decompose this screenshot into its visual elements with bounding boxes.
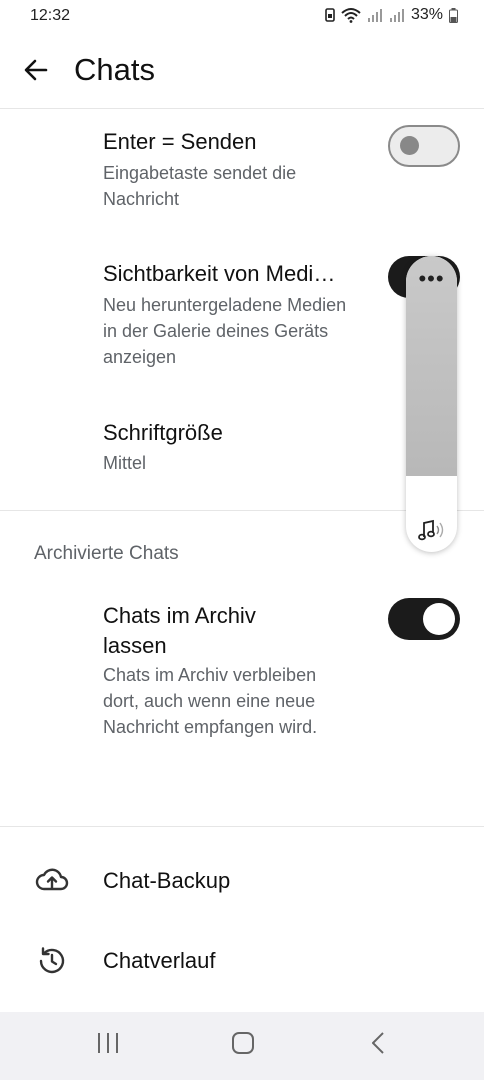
volume-panel[interactable]: ••• [406,256,457,552]
signal-icon-2 [389,9,404,22]
signal-icon [367,9,382,22]
divider [0,826,484,827]
cloud-upload-icon [34,862,70,898]
recent-apps-button[interactable] [95,1030,121,1061]
app-bar: Chats [0,34,484,108]
chat-backup-label: Chat-Backup [103,868,231,893]
back-chevron-icon [372,1032,384,1054]
more-options-icon[interactable]: ••• [406,268,457,290]
setting-title: Schriftgröße [103,420,223,445]
setting-title: Enter = Senden [103,129,257,154]
setting-title: Sichtbarkeit von Medi… [103,261,336,286]
history-icon [34,943,70,979]
page-title: Chats [74,52,155,87]
back-nav-button[interactable] [366,1030,392,1061]
status-icons: 33% [325,6,458,24]
music-note-icon[interactable] [418,518,446,547]
setting-description: Neu heruntergeladene Medien in der Galer… [103,295,347,367]
setting-description: Chats im Archiv verbleiben dort, auch we… [103,665,318,737]
recent-apps-icon [98,1033,118,1053]
divider [0,108,484,109]
status-bar: 12:32 33% [0,0,484,34]
battery-icon [449,7,458,23]
toggle-knob [400,136,419,155]
status-time: 12:32 [30,7,71,24]
chat-history-label: Chatverlauf [103,948,216,973]
section-header-archived: Archivierte Chats [34,543,179,564]
home-button[interactable] [230,1030,256,1061]
home-icon [232,1032,254,1054]
wifi-icon [341,8,361,23]
enter-send-toggle[interactable] [388,125,460,167]
sim-icon [325,8,335,22]
keep-archived-toggle[interactable] [388,598,460,640]
setting-description: Eingabetaste sendet die Nachricht [103,163,297,209]
back-button[interactable] [20,54,52,86]
toggle-knob [423,603,455,635]
navigation-bar [0,1012,484,1080]
battery-percent: 33% [410,6,443,23]
arrow-left-icon [24,59,48,81]
setting-title: Chats im Archiv lassen [103,603,256,658]
setting-value: Mittel [103,453,147,473]
